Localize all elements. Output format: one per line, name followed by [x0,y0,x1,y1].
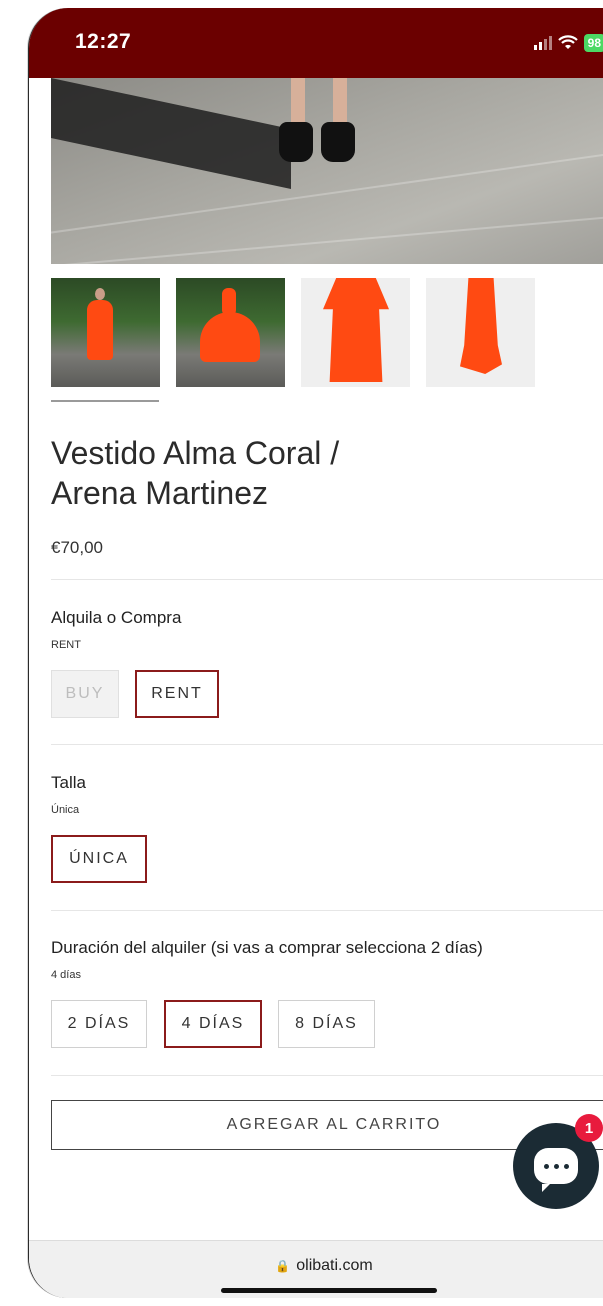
product-price: €70,00 [51,538,103,557]
url-display[interactable]: 🔒 olibati.com [29,1257,603,1275]
status-bar: 12:27 98 [29,8,603,78]
product-title: Vestido Alma Coral / Arena Martinez [51,433,471,513]
thumb-dress [323,278,389,382]
thumbnail-1[interactable] [51,278,160,387]
duration-selected-value: 4 días [51,969,81,981]
thumb-dress [200,312,260,362]
thumb-dress [87,300,113,360]
size-selected-value: Única [51,804,80,816]
home-indicator[interactable] [221,1288,437,1293]
battery-icon: 98 [583,34,603,52]
thumb-dress [460,278,502,374]
mode-label: Alquila o Compra [51,608,182,627]
thumbnail-4[interactable] [426,278,535,387]
signal-icon [533,36,552,50]
product-title-line2: Arena Martinez [51,475,268,511]
divider [51,579,603,580]
thumbnail-active-indicator [51,400,159,402]
chat-icon [534,1148,578,1192]
duration-4-button[interactable]: 4 DÍAS [164,1000,262,1048]
size-label: Talla [51,773,86,792]
thumb-head [95,288,105,300]
phone-screen: 12:27 98 Vestido Alma Coral / Arena Mart… [28,8,603,1298]
duration-2-button[interactable]: 2 DÍAS [51,1000,147,1048]
divider [51,744,603,745]
product-title-line1: Vestido Alma Coral / [51,435,340,471]
duration-8-button[interactable]: 8 DÍAS [278,1000,375,1048]
divider [51,1075,603,1076]
buy-button[interactable]: BUY [51,670,119,718]
image-shoe [321,122,355,162]
mode-selected-value: RENT [51,639,81,651]
rent-button[interactable]: RENT [135,670,219,718]
thumbnail-2[interactable] [176,278,285,387]
thumb-top [222,288,236,316]
image-shoe [279,122,313,162]
status-time: 12:27 [75,30,132,53]
lock-icon: 🔒 [275,1259,291,1273]
thumbnail-strip [51,278,535,387]
chat-badge: 1 [575,1114,603,1142]
status-icons: 98 [533,34,603,52]
duration-label: Duración del alquiler (si vas a comprar … [51,938,483,957]
image-shadow [51,78,291,190]
thumbnail-3[interactable] [301,278,410,387]
size-unica-button[interactable]: ÚNICA [51,835,147,883]
url-text: olibati.com [296,1257,373,1274]
divider [51,910,603,911]
product-main-image[interactable] [51,78,603,264]
wifi-icon [557,35,578,49]
pavement-line [51,207,603,264]
